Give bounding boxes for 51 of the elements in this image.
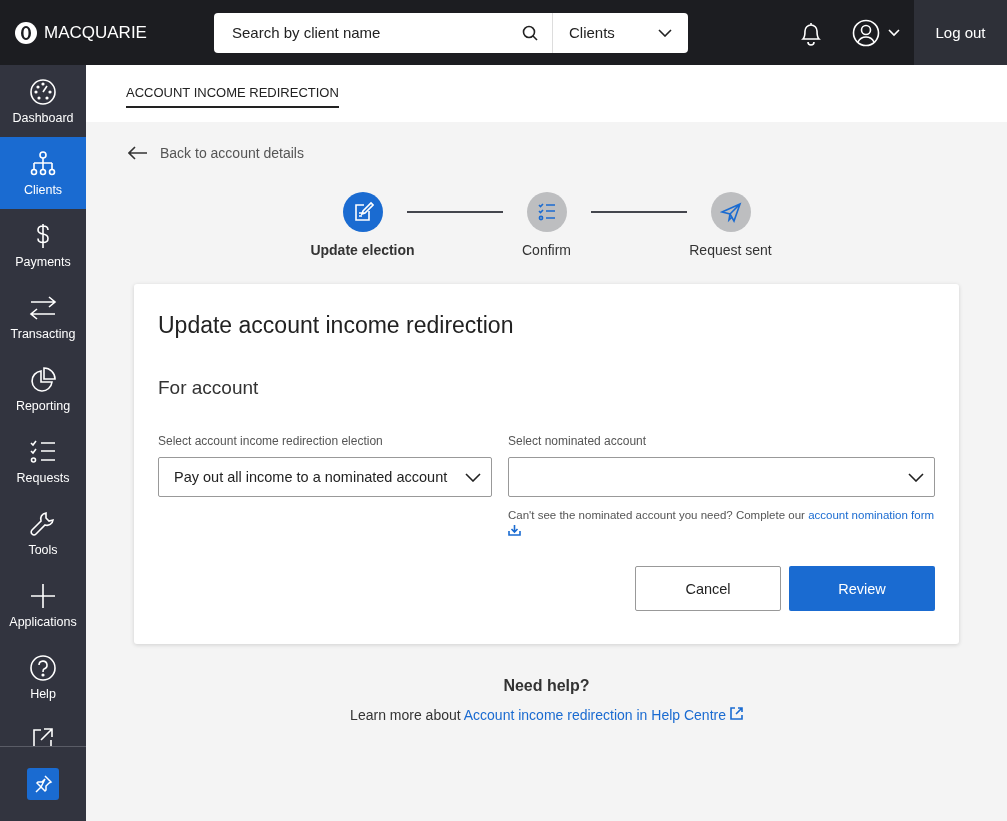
review-button[interactable]: Review xyxy=(789,566,935,611)
help-title: Need help? xyxy=(503,677,590,695)
back-link[interactable]: Back to account details xyxy=(160,145,304,161)
select-field[interactable]: Pay out all income to a nominated account xyxy=(158,457,492,497)
helper-text: Can't see the nominated account you need? Complete our account nomination form xyxy=(508,507,935,541)
paper-plane-icon xyxy=(719,201,742,223)
user-icon[interactable] xyxy=(852,18,880,47)
help-icon xyxy=(29,653,57,682)
sidebar-item[interactable]: Requests xyxy=(0,425,86,497)
search-field[interactable]: Search by client name xyxy=(214,12,553,53)
back-arrow-icon[interactable] xyxy=(128,146,148,160)
dashboard-icon xyxy=(29,77,57,106)
chevron-icon xyxy=(465,472,481,482)
checklist-icon xyxy=(535,201,558,223)
sidebar-item[interactable]: Transacting xyxy=(0,281,86,353)
step-label: Request sent xyxy=(689,242,772,258)
section-title: For account xyxy=(158,377,260,399)
plus-icon xyxy=(29,581,57,610)
chevron-icon xyxy=(908,472,924,482)
sidebar-item[interactable]: Reporting xyxy=(0,353,86,425)
wrench-icon xyxy=(29,509,57,538)
card-title: Update account income redirection xyxy=(158,312,515,339)
help-centre-link[interactable]: Account income redirection in Help Centre xyxy=(463,707,726,723)
step-label: Update election xyxy=(310,242,415,258)
step-label: Confirm xyxy=(522,242,571,258)
pin-icon xyxy=(33,774,53,794)
sidebar-item[interactable]: Help xyxy=(0,641,86,713)
search-icon[interactable] xyxy=(522,24,538,41)
sidebar-item[interactable]: Tools xyxy=(0,497,86,569)
sidebar-item[interactable]: Clients xyxy=(0,137,86,209)
sidebar-item[interactable]: Payments xyxy=(0,209,86,281)
sidebar-item[interactable]: Applications xyxy=(0,569,86,641)
pie-chart-icon xyxy=(29,365,57,394)
sidebar-item[interactable]: Dashboard xyxy=(0,65,86,137)
logout-button[interactable]: Log out xyxy=(914,0,1007,65)
page-tab[interactable]: ACCOUNT INCOME REDIRECTION xyxy=(126,85,339,108)
chevron-icon xyxy=(658,28,672,37)
field-label: Select account income redirection election xyxy=(158,434,384,448)
arrows-icon xyxy=(29,293,57,322)
field-label: Select nominated account xyxy=(508,434,648,448)
logo-text: MACQUARIE xyxy=(44,22,147,43)
nomination-form-link[interactable]: account nomination form xyxy=(808,509,935,521)
logo-icon xyxy=(14,20,38,45)
pin-button[interactable] xyxy=(27,768,59,800)
help-text: Learn more about Account income redirection in Help Centre xyxy=(350,707,743,723)
hierarchy-icon xyxy=(29,149,57,178)
chevron-icon[interactable] xyxy=(888,28,900,37)
select-field[interactable] xyxy=(508,457,935,497)
scope-dropdown[interactable]: Clients xyxy=(553,12,688,53)
download-icon[interactable] xyxy=(508,524,521,536)
cancel-button[interactable]: Cancel xyxy=(635,566,781,611)
